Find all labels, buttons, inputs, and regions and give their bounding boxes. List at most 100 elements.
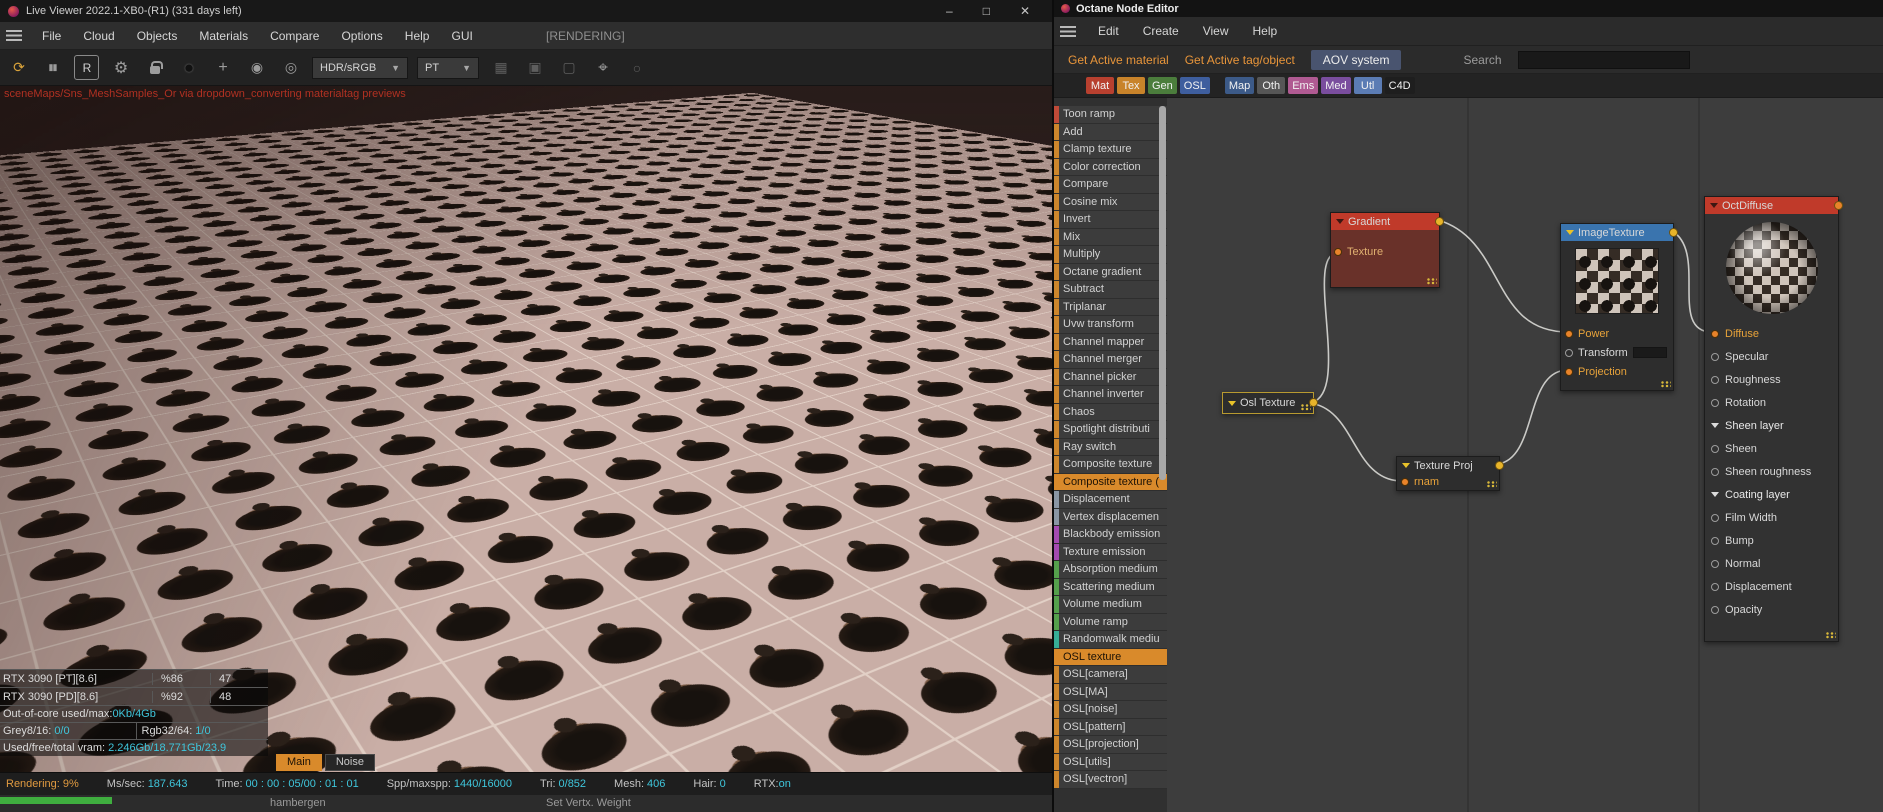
search-input[interactable] [1517, 50, 1690, 69]
collapse-icon[interactable] [1402, 463, 1410, 468]
category-tab[interactable]: Map [1224, 77, 1255, 94]
menu-item[interactable]: Materials [189, 25, 258, 47]
checker-overlay-icon[interactable]: ▣ [522, 55, 547, 80]
view-tab[interactable]: Noise [324, 754, 375, 771]
collapse-icon[interactable] [1566, 230, 1574, 235]
node-texture-projection-header[interactable]: Texture Proj [1397, 457, 1504, 474]
node-list-item[interactable]: Toon ramp [1054, 106, 1167, 124]
menu-item[interactable]: Help [1243, 20, 1288, 42]
node-list-item[interactable]: Absorption medium [1054, 561, 1167, 579]
node-image-texture[interactable]: ImageTexture Power Transform Projection [1560, 223, 1678, 391]
close-button[interactable]: ✕ [1020, 4, 1030, 18]
output-port[interactable] [1435, 217, 1444, 226]
node-gradient-header[interactable]: Gradient [1331, 213, 1444, 230]
node-list-item[interactable]: OSL[MA] [1054, 683, 1167, 701]
category-tab[interactable]: C4D [1384, 77, 1415, 94]
node-list-item[interactable]: Volume ramp [1054, 613, 1167, 631]
resize-grip-icon[interactable] [1826, 632, 1836, 639]
input-port[interactable] [1401, 478, 1409, 486]
input-port[interactable] [1711, 444, 1719, 453]
menu-item[interactable]: Objects [127, 25, 188, 47]
kernel-dropdown[interactable]: PT ▼ [417, 56, 479, 79]
input-port[interactable] [1711, 352, 1719, 361]
input-port[interactable] [1711, 329, 1719, 338]
node-osl-texture-header[interactable]: Osl Texture [1223, 393, 1318, 413]
resize-grip-icon[interactable] [1427, 278, 1437, 285]
node-list-item[interactable]: Composite texture ( [1054, 473, 1167, 491]
restart-render-icon[interactable]: ⟳ [6, 55, 31, 80]
aov-system-button[interactable]: AOV system [1310, 49, 1402, 70]
hamburger-icon[interactable] [6, 30, 22, 41]
node-list-item[interactable]: OSL[noise] [1054, 701, 1167, 719]
category-tab[interactable]: Gen [1148, 77, 1177, 94]
category-tab[interactable]: Oth [1257, 77, 1286, 94]
node-list-item[interactable]: Randomwalk mediu [1054, 631, 1167, 649]
node-list-item[interactable]: Blackbody emission [1054, 526, 1167, 544]
node-list-item[interactable]: Multiply [1054, 246, 1167, 264]
category-tab[interactable]: Utl [1353, 77, 1382, 94]
node-osl-texture[interactable]: Osl Texture [1222, 392, 1318, 414]
menu-item[interactable]: Cloud [73, 25, 124, 47]
render-region-icon[interactable]: ▢ [556, 55, 581, 80]
menu-item[interactable]: View [1193, 20, 1239, 42]
output-port[interactable] [1495, 461, 1504, 470]
input-port[interactable] [1711, 582, 1719, 591]
node-list-item[interactable]: OSL[utils] [1054, 753, 1167, 771]
section-collapse-icon[interactable] [1711, 423, 1719, 428]
menu-item[interactable]: Edit [1088, 20, 1129, 42]
menu-item[interactable]: Help [395, 25, 440, 47]
node-list-item[interactable]: Clamp texture [1054, 141, 1167, 159]
menu-item[interactable]: Create [1133, 20, 1189, 42]
node-list-item[interactable]: Uvw transform [1054, 316, 1167, 334]
resize-grip-icon[interactable] [1661, 381, 1671, 388]
output-port[interactable] [1834, 201, 1843, 210]
add-material-icon[interactable]: + [210, 55, 235, 80]
node-list-item[interactable]: Composite texture [1054, 456, 1167, 474]
node-image-texture-header[interactable]: ImageTexture [1561, 224, 1678, 241]
maximize-button[interactable]: □ [983, 4, 990, 18]
node-list-item[interactable]: Channel mapper [1054, 333, 1167, 351]
settings-icon[interactable]: ⚙ [108, 55, 133, 80]
node-list-item[interactable]: OSL[camera] [1054, 666, 1167, 684]
view-tab[interactable]: Main [276, 754, 322, 771]
node-list-item[interactable]: Add [1054, 123, 1167, 141]
resize-grip-icon[interactable] [1487, 481, 1497, 488]
node-list-item[interactable]: Displacement [1054, 491, 1167, 509]
collapse-icon[interactable] [1336, 219, 1344, 224]
input-port[interactable] [1711, 536, 1719, 545]
menu-item[interactable]: File [32, 25, 71, 47]
category-tab[interactable]: Mat [1086, 77, 1114, 94]
section-collapse-icon[interactable] [1711, 492, 1719, 497]
live-viewer-titlebar[interactable]: Live Viewer 2022.1-XB0-(R1) (331 days le… [0, 0, 1052, 22]
node-gradient[interactable]: Gradient Texture [1330, 212, 1444, 288]
node-list-item[interactable]: Triplanar [1054, 298, 1167, 316]
node-list-item[interactable]: Octane gradient [1054, 263, 1167, 281]
imager-dropdown[interactable]: HDR/sRGB ▼ [312, 56, 408, 79]
menu-item[interactable]: GUI [441, 25, 482, 47]
category-tab[interactable]: OSL [1179, 77, 1210, 94]
collapse-icon[interactable] [1228, 400, 1236, 406]
get-active-tag-button[interactable]: Get Active tag/object [1185, 53, 1295, 67]
clay-mode-icon[interactable]: ▦ [488, 55, 513, 80]
node-list-item[interactable]: Spotlight distributi [1054, 421, 1167, 439]
input-port[interactable] [1711, 398, 1719, 407]
node-list-item[interactable]: Vertex displacemen [1054, 508, 1167, 526]
node-list-item[interactable]: OSL texture [1054, 648, 1167, 666]
node-list-item[interactable]: Volume medium [1054, 596, 1167, 614]
input-port[interactable] [1711, 605, 1719, 614]
input-port[interactable] [1711, 559, 1719, 568]
node-list-item[interactable]: OSL[pattern] [1054, 718, 1167, 736]
node-list-item[interactable]: Channel merger [1054, 351, 1167, 369]
hamburger-icon[interactable] [1060, 25, 1076, 37]
minimize-button[interactable]: – [946, 4, 953, 18]
node-list-item[interactable]: Scattering medium [1054, 578, 1167, 596]
menu-item[interactable]: Compare [260, 25, 329, 47]
category-tab[interactable]: Ems [1288, 77, 1319, 94]
film-region-icon[interactable]: ○ [624, 55, 649, 80]
node-texture-projection[interactable]: Texture Proj rnam [1396, 456, 1504, 491]
resize-grip-icon[interactable] [1301, 404, 1311, 411]
node-list-item[interactable]: Texture emission [1054, 543, 1167, 561]
output-port[interactable] [1669, 228, 1678, 237]
node-list-item[interactable]: Ray switch [1054, 438, 1167, 456]
get-active-material-button[interactable]: Get Active material [1068, 53, 1169, 67]
